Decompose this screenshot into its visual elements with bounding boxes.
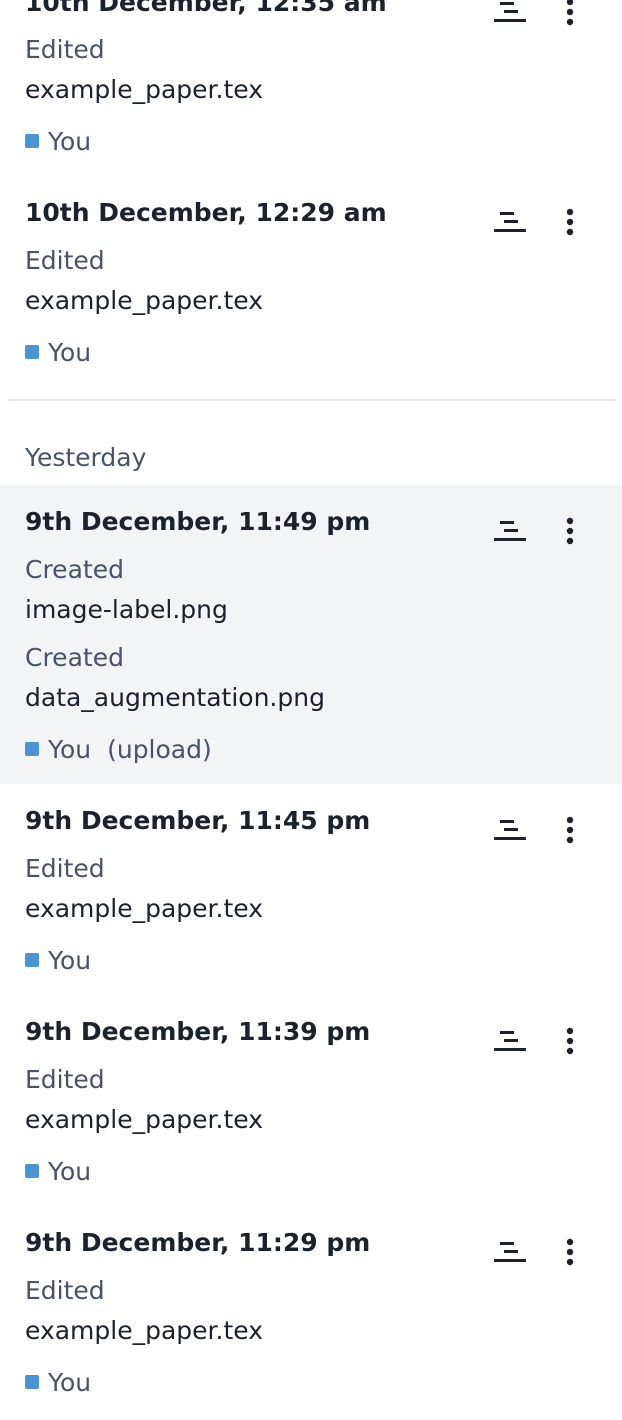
add-label-icon[interactable]	[488, 509, 532, 553]
history-panel: 10th December, 12:35 am Edited example_p…	[0, 0, 622, 1420]
user-color-swatch	[25, 134, 39, 148]
add-label-icon[interactable]	[488, 808, 532, 852]
entry-timestamp: 10th December, 12:29 am	[25, 198, 387, 227]
more-vertical-icon[interactable]	[548, 808, 592, 852]
entry-user: You	[25, 1367, 91, 1397]
user-color-swatch	[25, 1164, 39, 1178]
entry-timestamp: 9th December, 11:29 pm	[25, 1228, 371, 1257]
change-action: Edited	[25, 1276, 105, 1305]
history-entry[interactable]: 10th December, 12:29 am Edited example_p…	[0, 195, 622, 385]
change-action: Edited	[25, 1065, 105, 1094]
change-action: Edited	[25, 35, 105, 64]
change-action: Created	[25, 643, 124, 672]
entry-user: You	[25, 337, 91, 367]
change-file: data_augmentation.png	[25, 683, 325, 712]
user-name: You	[48, 1156, 92, 1186]
user-name: You	[48, 734, 92, 764]
add-label-icon[interactable]	[488, 0, 532, 34]
entry-user: You	[25, 1156, 91, 1186]
change-file: example_paper.tex	[25, 1105, 264, 1134]
more-vertical-icon[interactable]	[548, 1019, 592, 1063]
history-entry-selected[interactable]: 9th December, 11:49 pm Created image-lab…	[0, 485, 622, 784]
user-color-swatch	[25, 953, 39, 967]
entry-timestamp: 9th December, 11:49 pm	[25, 507, 371, 536]
user-color-swatch	[25, 742, 39, 756]
change-action: Created	[25, 555, 124, 584]
user-name: You	[48, 945, 92, 975]
change-action: Edited	[25, 246, 105, 275]
more-vertical-icon[interactable]	[548, 0, 592, 34]
entry-timestamp: 9th December, 11:45 pm	[25, 806, 371, 835]
change-file: image-label.png	[25, 595, 228, 624]
history-entry[interactable]: 9th December, 11:39 pm Edited example_pa…	[0, 995, 622, 1206]
day-header: Yesterday	[25, 443, 147, 472]
change-action: Edited	[25, 854, 105, 883]
entry-timestamp: 9th December, 11:39 pm	[25, 1017, 371, 1046]
add-label-icon[interactable]	[488, 200, 532, 244]
more-vertical-icon[interactable]	[548, 509, 592, 553]
change-file: example_paper.tex	[25, 75, 264, 104]
entry-user: You	[25, 945, 91, 975]
day-divider	[8, 399, 616, 401]
add-label-icon[interactable]	[488, 1019, 532, 1063]
change-file: example_paper.tex	[25, 286, 264, 315]
user-name: You	[48, 1367, 92, 1397]
entry-user: You (upload)	[25, 734, 212, 764]
history-entry[interactable]: 10th December, 12:35 am Edited example_p…	[0, 0, 622, 170]
add-label-icon[interactable]	[488, 1230, 532, 1274]
change-file: example_paper.tex	[25, 894, 264, 923]
entry-user: You	[25, 126, 91, 156]
history-entry[interactable]: 9th December, 11:45 pm Edited example_pa…	[0, 784, 622, 995]
origin-label: (upload)	[107, 734, 212, 764]
more-vertical-icon[interactable]	[548, 1230, 592, 1274]
more-vertical-icon[interactable]	[548, 200, 592, 244]
history-entry[interactable]: 9th December, 11:29 pm Edited example_pa…	[0, 1206, 622, 1420]
entry-timestamp: 10th December, 12:35 am	[25, 0, 387, 17]
user-color-swatch	[25, 345, 39, 359]
change-file: example_paper.tex	[25, 1316, 264, 1345]
user-name: You	[48, 126, 92, 156]
user-color-swatch	[25, 1375, 39, 1389]
user-name: You	[48, 337, 92, 367]
